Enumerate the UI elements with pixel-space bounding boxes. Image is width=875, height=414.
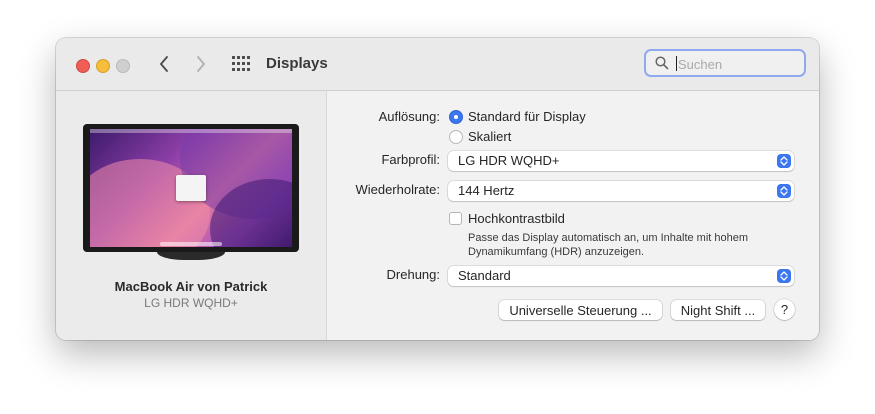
rotation-value: Standard (458, 268, 511, 283)
minimize-button[interactable] (96, 59, 110, 73)
color-profile-label: Farbprofil: (381, 152, 440, 167)
help-button[interactable]: ? (774, 299, 795, 320)
close-button[interactable] (76, 59, 90, 73)
search-field[interactable] (644, 49, 806, 77)
display-settings-pane: Auflösung: Standard für Display Skaliert… (327, 91, 819, 340)
color-profile-value: LG HDR WQHD+ (458, 153, 560, 168)
toolbar: Displays (56, 38, 819, 91)
universal-control-button[interactable]: Universelle Steuerung ... (499, 300, 662, 320)
radio-standard-label[interactable]: Standard für Display (468, 109, 586, 124)
text-cursor (676, 56, 677, 71)
radio-scaled-label[interactable]: Skaliert (468, 129, 511, 144)
chevron-right-icon (197, 56, 205, 72)
zoom-button[interactable] (116, 59, 130, 73)
monitor-image (83, 124, 299, 261)
high-contrast-label[interactable]: Hochkontrastbild (468, 211, 565, 226)
radio-scaled[interactable] (449, 130, 463, 144)
monitor-stand (157, 252, 225, 260)
description-line: Dynamikumfang (HDR) anzuzeigen. (468, 246, 645, 258)
preferences-window: Displays MacBook Air von Patrick LG (56, 38, 819, 340)
wallpaper-preview (90, 129, 292, 247)
night-shift-button[interactable]: Night Shift ... (671, 300, 765, 320)
display-device-name: MacBook Air von Patrick (114, 279, 268, 294)
rotation-select[interactable]: Standard (448, 266, 794, 286)
select-arrows-icon (777, 269, 791, 283)
high-contrast-checkbox[interactable] (449, 212, 462, 225)
rotation-label: Drehung: (386, 267, 440, 282)
high-contrast-description: Passe das Display automatisch an, um Inh… (468, 231, 748, 259)
refresh-rate-value: 144 Hertz (458, 183, 515, 198)
select-arrows-icon (777, 184, 791, 198)
refresh-rate-select[interactable]: 144 Hertz (448, 181, 794, 201)
search-input[interactable] (676, 54, 800, 74)
back-button[interactable] (153, 52, 175, 76)
search-icon (655, 56, 669, 70)
radio-standard[interactable] (449, 110, 463, 124)
refresh-rate-label: Wiederholrate: (355, 182, 440, 197)
select-arrows-icon (777, 154, 791, 168)
description-line: Passe das Display automatisch an, um Inh… (468, 232, 749, 244)
display-preview-pane: MacBook Air von Patrick LG HDR WQHD+ (56, 91, 327, 340)
display-model-name: LG HDR WQHD+ (144, 296, 238, 310)
chevron-left-icon (160, 56, 168, 72)
window-title: Displays (266, 55, 328, 72)
forward-button[interactable] (190, 52, 212, 76)
color-profile-select[interactable]: LG HDR WQHD+ (448, 151, 794, 171)
show-all-grid-icon[interactable] (232, 56, 250, 72)
resolution-label: Auflösung: (378, 109, 440, 124)
